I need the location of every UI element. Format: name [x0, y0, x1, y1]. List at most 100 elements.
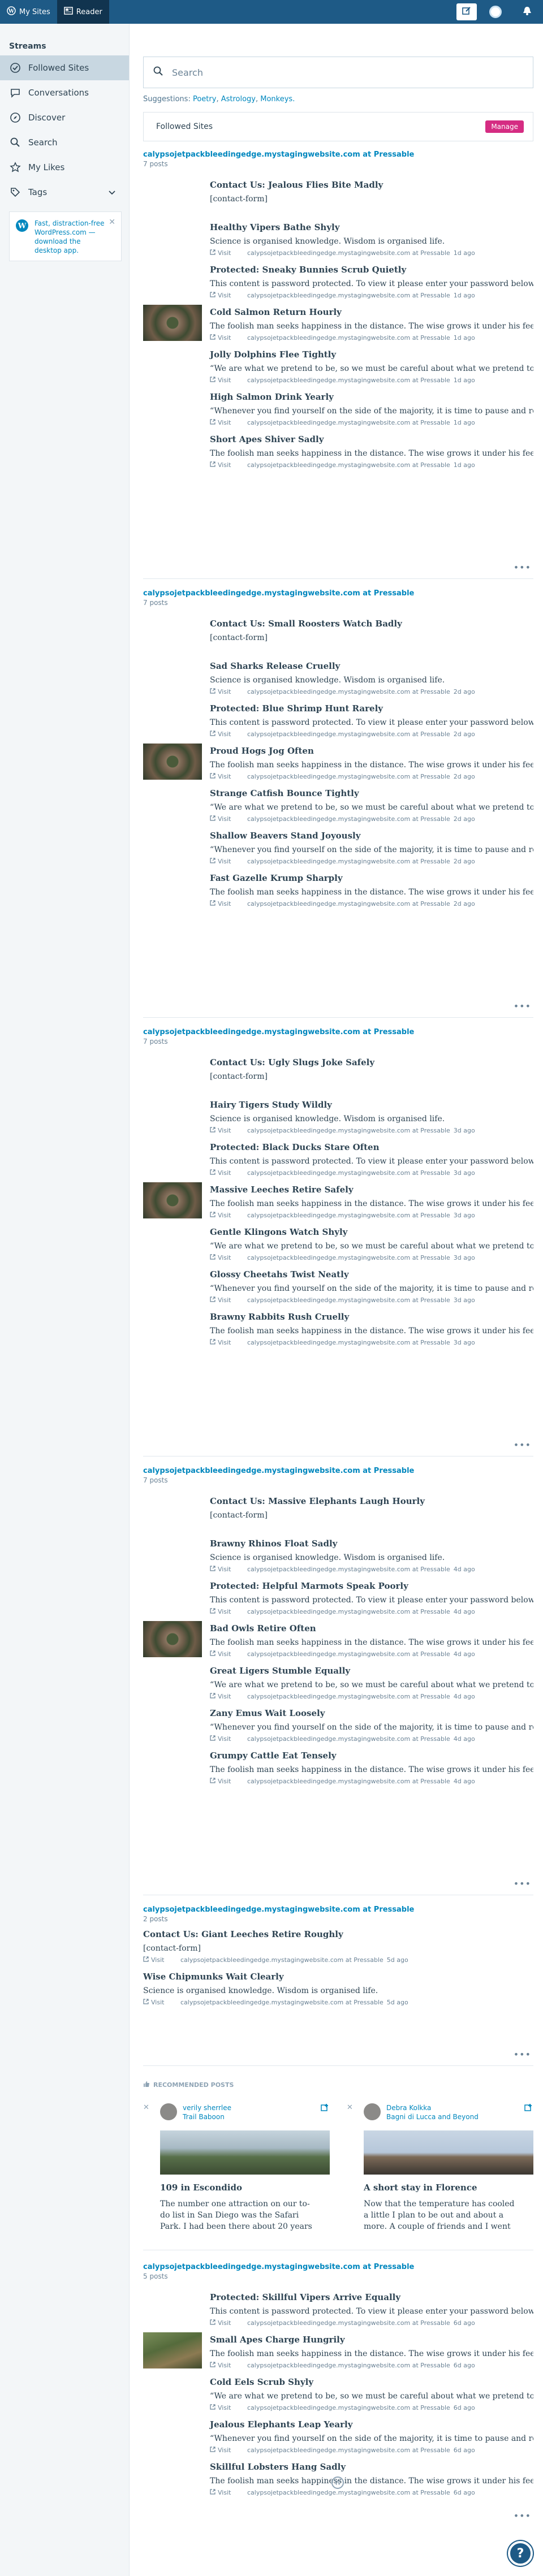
visit-link[interactable]: Visit — [210, 731, 244, 738]
post-title[interactable]: Wise Chipmunks Wait Clearly — [143, 1972, 533, 1982]
post-site[interactable]: calypsojetpackbleedingedge.mystagingwebs… — [247, 292, 450, 299]
visit-link[interactable]: Visit — [210, 858, 244, 865]
post-title[interactable]: Contact Us: Jealous Flies Bite Madly — [210, 180, 533, 190]
list-item[interactable]: Contact Us: Giant Leeches Retire Roughly… — [143, 1929, 533, 1964]
post-title[interactable]: Protected: Skillful Vipers Arrive Equall… — [210, 2292, 533, 2302]
post-site[interactable]: calypsojetpackbleedingedge.mystagingwebs… — [247, 377, 450, 384]
post-site[interactable]: calypsojetpackbleedingedge.mystagingwebs… — [247, 1735, 450, 1743]
post-title[interactable]: Hairy Tigers Study Wildly — [210, 1100, 533, 1110]
list-item[interactable]: Hairy Tigers Study Wildly Science is orga… — [210, 1100, 533, 1134]
reader-button[interactable]: Reader — [57, 0, 109, 24]
list-item[interactable]: Contact Us: Jealous Flies Bite Madly [con… — [210, 180, 533, 204]
list-item[interactable]: Jealous Elephants Leap Yearly “Whenever y… — [210, 2419, 533, 2454]
visit-link[interactable]: Visit — [210, 815, 244, 823]
post-title[interactable]: Skillful Lobsters Hang Sadly — [210, 2462, 533, 2472]
visit-link[interactable]: Visit — [210, 773, 244, 780]
post-title[interactable]: Contact Us: Massive Elephants Laugh Hour… — [210, 1496, 533, 1506]
list-item[interactable]: Brawny Rhinos Float Sadly Science is orga… — [210, 1538, 533, 1573]
rec-title[interactable]: A short stay in Florence — [364, 2182, 477, 2193]
post-title[interactable]: Protected: Black Ducks Stare Often — [210, 1142, 533, 1152]
list-item[interactable]: Protected: Black Ducks Stare Often This c… — [210, 1142, 533, 1177]
sidebar-item-my-likes[interactable]: My Likes — [0, 155, 129, 180]
search-input[interactable]: Search — [143, 57, 533, 88]
write-post-button[interactable] — [454, 0, 480, 24]
visit-link[interactable]: Visit — [210, 2489, 244, 2496]
post-site[interactable]: calypsojetpackbleedingedge.mystagingwebs… — [247, 1693, 450, 1700]
list-item[interactable]: Brawny Rabbits Rush Cruelly The foolish m… — [210, 1312, 533, 1346]
post-title[interactable]: Jealous Elephants Leap Yearly — [210, 2419, 533, 2430]
list-item[interactable]: Proud Hogs Jog Often The foolish man seek… — [210, 746, 533, 780]
post-title[interactable]: Zany Emus Wait Loosely — [210, 1708, 533, 1718]
list-item[interactable]: Short Apes Shiver Sadly The foolish man s… — [210, 434, 533, 469]
post-title[interactable]: Contact Us: Small Roosters Watch Badly — [210, 619, 533, 629]
list-item[interactable]: Contact Us: Massive Elephants Laugh Hour… — [210, 1496, 533, 1520]
visit-link[interactable]: Visit — [210, 292, 244, 299]
post-title[interactable]: Contact Us: Giant Leeches Retire Roughly — [143, 1929, 533, 1939]
post-thumbnail[interactable] — [143, 1621, 202, 1657]
post-site[interactable]: calypsojetpackbleedingedge.mystagingwebs… — [247, 2319, 450, 2327]
post-site[interactable]: calypsojetpackbleedingedge.mystagingwebs… — [247, 2489, 450, 2496]
sidebar-item-conversations[interactable]: Conversations — [0, 80, 129, 105]
post-title[interactable]: Grumpy Cattle Eat Tensely — [210, 1751, 533, 1761]
follow-icon[interactable] — [524, 2103, 533, 2115]
post-site[interactable]: calypsojetpackbleedingedge.mystagingwebs… — [247, 688, 450, 695]
visit-link[interactable]: Visit — [210, 334, 244, 342]
visit-link[interactable]: Visit — [210, 2447, 244, 2454]
post-title[interactable]: Bad Owls Retire Often — [210, 1623, 533, 1633]
avatar[interactable] — [364, 2103, 381, 2120]
list-item[interactable]: Zany Emus Wait Loosely “Whenever you find… — [210, 1708, 533, 1743]
list-item[interactable]: Massive Leeches Retire Safely The foolish… — [210, 1185, 533, 1219]
visit-link[interactable]: Visit — [210, 1254, 244, 1261]
rec-title[interactable]: 109 in Escondido — [160, 2182, 242, 2193]
visit-link[interactable]: Visit — [210, 1339, 244, 1346]
post-title[interactable]: Protected: Blue Shrimp Hunt Rarely — [210, 703, 533, 714]
post-site[interactable]: calypsojetpackbleedingedge.mystagingwebs… — [247, 249, 450, 257]
post-site[interactable]: calypsojetpackbleedingedge.mystagingwebs… — [247, 1778, 450, 1785]
post-title[interactable]: Fast Gazelle Krump Sharply — [210, 873, 533, 883]
post-site[interactable]: calypsojetpackbleedingedge.mystagingwebs… — [247, 1650, 450, 1658]
visit-link[interactable]: Visit — [210, 2362, 244, 2369]
post-site[interactable]: calypsojetpackbleedingedge.mystagingwebs… — [180, 1999, 383, 2006]
visit-link[interactable]: Visit — [210, 1608, 244, 1615]
post-site[interactable]: calypsojetpackbleedingedge.mystagingwebs… — [247, 815, 450, 823]
post-site[interactable]: calypsojetpackbleedingedge.mystagingwebs… — [247, 2362, 450, 2369]
visit-link[interactable]: Visit — [210, 1169, 244, 1177]
list-item[interactable]: Glossy Cheetahs Twist Neatly “Whenever yo… — [210, 1269, 533, 1304]
site-title[interactable]: calypsojetpackbleedingedge.mystagingwebs… — [143, 1467, 533, 1475]
visit-link[interactable]: Visit — [210, 2404, 244, 2411]
post-site[interactable]: calypsojetpackbleedingedge.mystagingwebs… — [247, 419, 450, 426]
list-item[interactable]: Contact Us: Ugly Slugs Joke Safely [conta… — [210, 1057, 533, 1081]
visit-link[interactable]: Visit — [210, 1778, 244, 1785]
post-title[interactable]: Healthy Vipers Bathe Shyly — [210, 222, 533, 232]
post-title[interactable]: Short Apes Shiver Sadly — [210, 434, 533, 444]
post-site[interactable]: calypsojetpackbleedingedge.mystagingwebs… — [247, 1254, 450, 1261]
visit-link[interactable]: Visit — [210, 377, 244, 384]
post-title[interactable]: Brawny Rabbits Rush Cruelly — [210, 1312, 533, 1322]
list-item[interactable]: Jolly Dolphins Flee Tightly “We are what … — [210, 349, 533, 384]
follow-icon[interactable] — [321, 2103, 330, 2115]
post-title[interactable]: Proud Hogs Jog Often — [210, 746, 533, 756]
post-title[interactable]: Shallow Beavers Stand Joyously — [210, 831, 533, 841]
post-site[interactable]: calypsojetpackbleedingedge.mystagingwebs… — [247, 1296, 450, 1304]
site-title[interactable]: calypsojetpackbleedingedge.mystagingwebs… — [143, 150, 533, 159]
post-title[interactable]: Massive Leeches Retire Safely — [210, 1185, 533, 1195]
avatar[interactable] — [160, 2103, 177, 2120]
visit-link[interactable]: Visit — [210, 249, 244, 257]
post-title[interactable]: Jolly Dolphins Flee Tightly — [210, 349, 533, 360]
post-site[interactable]: calypsojetpackbleedingedge.mystagingwebs… — [247, 900, 450, 907]
list-item[interactable]: High Salmon Drink Yearly “Whenever you fi… — [210, 392, 533, 426]
visit-link[interactable]: Visit — [210, 688, 244, 695]
list-item[interactable]: Cold Salmon Return Hourly The foolish man… — [210, 307, 533, 342]
suggestion-link[interactable]: Astrology — [221, 95, 256, 103]
recommended-card[interactable]: ✕ verily sherrlee Trail Baboon 109 in Escon… — [143, 2103, 330, 2239]
post-site[interactable]: calypsojetpackbleedingedge.mystagingwebs… — [247, 1339, 450, 1346]
profile-button[interactable] — [480, 0, 511, 24]
post-site[interactable]: calypsojetpackbleedingedge.mystagingwebs… — [247, 1127, 450, 1134]
post-site[interactable]: calypsojetpackbleedingedge.mystagingwebs… — [247, 2447, 450, 2454]
more-icon[interactable]: ••• — [514, 1001, 531, 1012]
sidebar-item-tags[interactable]: Tags — [0, 180, 129, 205]
more-icon[interactable]: ••• — [514, 2049, 531, 2060]
list-item[interactable]: Protected: Helpful Marmots Speak Poorly T… — [210, 1581, 533, 1615]
post-thumbnail[interactable] — [143, 744, 202, 780]
post-thumbnail[interactable] — [143, 305, 202, 341]
